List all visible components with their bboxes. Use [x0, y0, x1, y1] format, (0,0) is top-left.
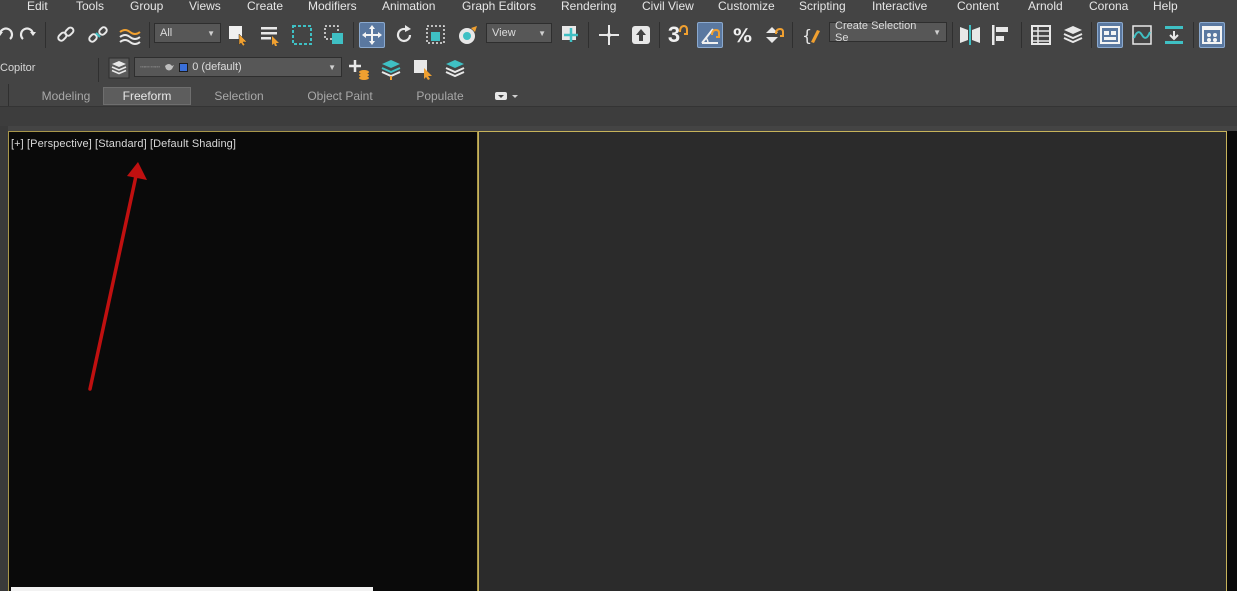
redo-icon[interactable]: [16, 22, 42, 48]
chevron-down-icon: ▼: [538, 28, 546, 38]
spinner-snap-icon[interactable]: [761, 22, 787, 48]
link-icon[interactable]: [53, 22, 79, 48]
copitor-label: Copitor: [0, 62, 36, 74]
chevron-down-icon: ▼: [328, 62, 336, 72]
layers-toolbar: Copitor ┄┄ ┄┄ 0 (default) ▼: [0, 54, 1237, 84]
menu-group[interactable]: Group: [130, 0, 163, 13]
selection-filter-dropdown[interactable]: All ▼: [154, 23, 221, 43]
ribbon-options-button[interactable]: [492, 87, 522, 105]
bind-space-warp-icon[interactable]: [117, 22, 143, 48]
named-selection-value: Create Selection Se: [835, 20, 917, 44]
rectangular-region-icon[interactable]: [289, 22, 315, 48]
time-slider-track[interactable]: [11, 587, 373, 591]
reference-coord-dropdown[interactable]: View ▼: [486, 23, 552, 43]
left-edge-strip: [0, 126, 8, 591]
tab-object-paint[interactable]: Object Paint: [291, 87, 389, 105]
add-selection-to-layer-icon[interactable]: [378, 56, 404, 82]
menu-rendering[interactable]: Rendering: [561, 0, 616, 13]
current-layer-dropdown[interactable]: ┄┄ ┄┄ 0 (default) ▼: [134, 57, 342, 77]
menu-modifiers[interactable]: Modifiers: [308, 0, 357, 13]
chevron-down-icon: ▼: [933, 27, 941, 37]
layer-color-swatch: [179, 62, 189, 72]
menu-animation[interactable]: Animation: [382, 0, 435, 13]
tab-freeform[interactable]: Freeform: [103, 87, 191, 105]
menu-edit[interactable]: Edit: [27, 0, 48, 13]
menu-civil-view[interactable]: Civil View: [642, 0, 694, 13]
menu-views[interactable]: Views: [189, 0, 221, 13]
svg-text:%: %: [733, 25, 752, 46]
menu-tools[interactable]: Tools: [76, 0, 104, 13]
scene-explorer-icon[interactable]: [1028, 22, 1054, 48]
select-scale-icon[interactable]: [423, 22, 449, 48]
select-place-icon[interactable]: [455, 22, 481, 48]
ribbon-tabs: Modeling Freeform Selection Object Paint…: [0, 84, 1237, 106]
ribbon-panel: [0, 106, 1237, 126]
menu-arnold[interactable]: Arnold: [1028, 0, 1063, 13]
schematic-view-icon[interactable]: [1161, 22, 1187, 48]
angle-snap-icon[interactable]: [697, 22, 723, 48]
window-crossing-icon[interactable]: [321, 22, 347, 48]
menu-help[interactable]: Help: [1153, 0, 1178, 13]
mirror-icon[interactable]: [957, 22, 983, 48]
unlink-icon[interactable]: [85, 22, 111, 48]
menu-content[interactable]: Content: [957, 0, 999, 13]
tab-selection[interactable]: Selection: [196, 87, 282, 105]
manage-layers-icon[interactable]: [106, 55, 132, 81]
select-rotate-icon[interactable]: [391, 22, 417, 48]
use-pivot-icon[interactable]: [558, 22, 584, 48]
material-editor-icon[interactable]: [1199, 22, 1225, 48]
select-objects-in-layer-icon[interactable]: [410, 56, 436, 82]
selection-filter-value: All: [160, 27, 173, 39]
select-object-icon[interactable]: [225, 22, 251, 48]
menu-customize[interactable]: Customize: [718, 0, 775, 13]
menu-scripting[interactable]: Scripting: [799, 0, 846, 13]
named-selection-dropdown[interactable]: Create Selection Se ▼: [829, 20, 947, 44]
toggle-ribbon-icon[interactable]: [1097, 22, 1123, 48]
svg-text:{: {: [802, 26, 812, 45]
curve-editor-icon[interactable]: [1129, 22, 1155, 48]
viewport-perspective[interactable]: [+] [Perspective] [Standard] [Default Sh…: [8, 131, 478, 591]
edit-named-sets-icon[interactable]: {: [799, 22, 825, 48]
layer-visibility-icon: ┄┄ ┄┄: [140, 61, 160, 72]
right-edge-strip: [1227, 131, 1237, 591]
menu-corona[interactable]: Corona: [1089, 0, 1128, 13]
keyboard-shortcut-icon[interactable]: [628, 22, 654, 48]
menu-interactive[interactable]: Interactive: [872, 0, 927, 13]
menu-create[interactable]: Create: [247, 0, 283, 13]
reference-coord-value: View: [492, 27, 516, 39]
create-new-layer-icon[interactable]: [346, 56, 372, 82]
select-move-icon[interactable]: [359, 22, 385, 48]
tab-modeling[interactable]: Modeling: [30, 87, 102, 105]
teapot-icon: [165, 64, 175, 71]
set-current-layer-icon[interactable]: [442, 56, 468, 82]
select-by-name-icon[interactable]: [257, 22, 283, 48]
align-icon[interactable]: [988, 22, 1014, 48]
chevron-down-icon: ▼: [207, 28, 215, 38]
menu-bar: Edit Tools Group Views Create Modifiers …: [0, 0, 1237, 14]
tab-populate[interactable]: Populate: [400, 87, 480, 105]
menu-graph-editors[interactable]: Graph Editors: [462, 0, 536, 13]
main-toolbar: All ▼ View ▼ 3 % {Create Selection Se ▼: [0, 14, 1237, 54]
viewport-main[interactable]: [478, 131, 1227, 591]
percent-snap-icon[interactable]: %: [729, 22, 755, 48]
current-layer-group: ┄┄ ┄┄ 0 (default): [140, 61, 242, 73]
annotation-arrow: [88, 162, 147, 391]
layer-explorer-icon[interactable]: [1060, 22, 1086, 48]
current-layer-name: 0 (default): [192, 61, 242, 73]
snaps-toggle-icon[interactable]: 3: [665, 22, 691, 48]
select-manipulate-icon[interactable]: [596, 22, 622, 48]
